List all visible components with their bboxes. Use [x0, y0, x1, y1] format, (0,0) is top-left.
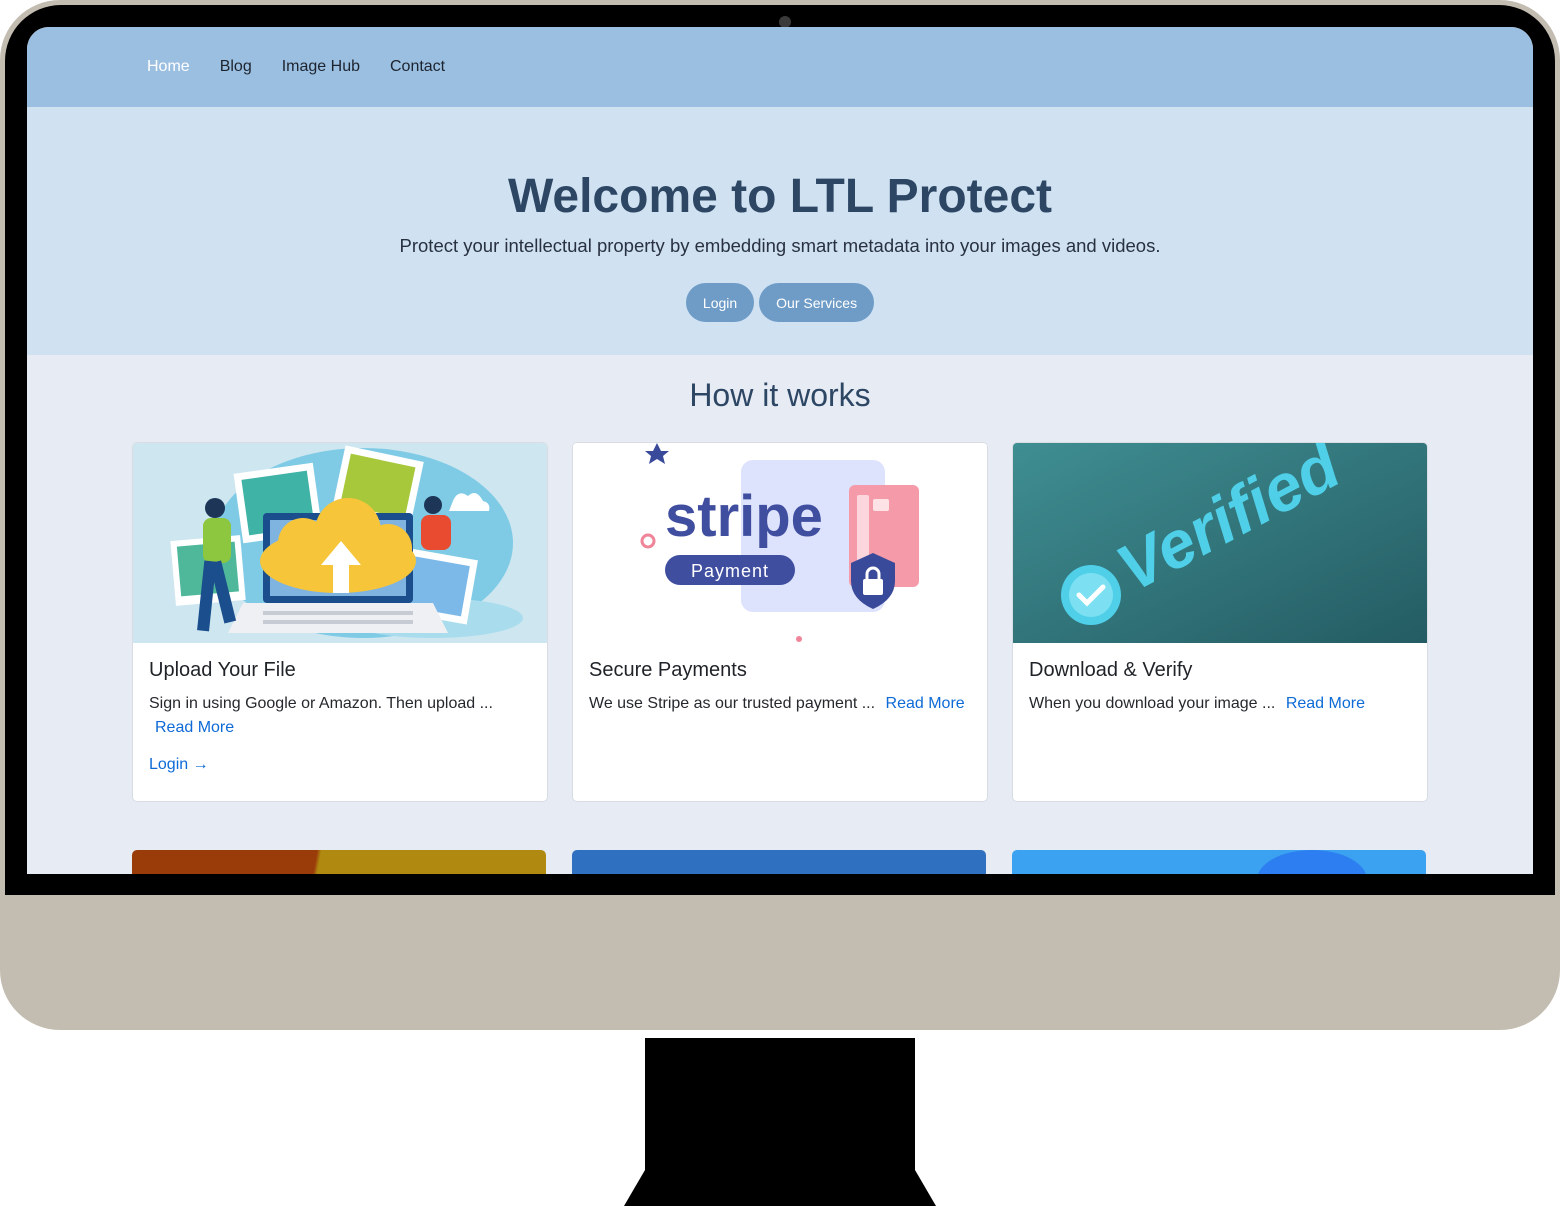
card-download-verify: Verified Download & Verify When you down… [1012, 442, 1428, 802]
card-title: Download & Verify [1029, 659, 1193, 681]
read-more-link[interactable]: Read More [155, 719, 234, 736]
read-more-link[interactable]: Read More [886, 695, 965, 712]
card-partial-3 [1012, 850, 1426, 874]
monitor-stand-base [624, 1170, 936, 1206]
card-text: When you download your image ... Read Mo… [1029, 692, 1411, 716]
card-description: We use Stripe as our trusted payment ... [589, 695, 876, 712]
payment-badge-text: Payment [691, 561, 769, 581]
card-login-link[interactable]: Login → [149, 756, 531, 774]
card-secure-payments: stripe Payment Secure Payments We use St… [572, 442, 988, 802]
hero-section: Welcome to LTL Protect Protect your inte… [27, 107, 1533, 355]
card-description: Sign in using Google or Amazon. Then upl… [149, 695, 493, 712]
card-description: When you download your image ... [1029, 695, 1276, 712]
hero-subtitle: Protect your intellectual property by em… [399, 235, 1161, 256]
upload-cloud-illustration [133, 443, 547, 643]
hero-buttons: Login Our Services [27, 283, 1533, 322]
read-more-link[interactable]: Read More [1286, 695, 1365, 712]
card-upload: Upload Your File Sign in using Google or… [132, 442, 548, 802]
stripe-logo-text: stripe [665, 484, 823, 549]
nav-item-contact[interactable]: Contact [390, 58, 445, 76]
card-partial-1 [132, 850, 546, 874]
our-services-button[interactable]: Our Services [759, 283, 875, 322]
verified-3d-illustration: Verified [1013, 443, 1427, 643]
top-navbar: Home Blog Image Hub Contact [27, 27, 1533, 107]
nav-item-home[interactable]: Home [147, 58, 190, 76]
screen: Home Blog Image Hub Contact Welcome to L… [27, 27, 1533, 874]
nav-item-image-hub[interactable]: Image Hub [282, 58, 360, 76]
card-text: Sign in using Google or Amazon. Then upl… [149, 692, 531, 740]
chat-bubble-icon [1257, 850, 1367, 874]
section-title: How it works [689, 377, 871, 413]
stripe-payment-illustration: stripe Payment [573, 443, 987, 643]
card-text: We use Stripe as our trusted payment ...… [589, 692, 971, 716]
login-button[interactable]: Login [685, 283, 755, 322]
nav-item-blog[interactable]: Blog [220, 58, 252, 76]
card-title: Secure Payments [589, 659, 747, 681]
card-partial-2 [572, 850, 986, 874]
monitor-stand-neck [645, 1038, 915, 1178]
hero-title: Welcome to LTL Protect [507, 170, 1053, 223]
card-title: Upload Your File [149, 659, 296, 681]
